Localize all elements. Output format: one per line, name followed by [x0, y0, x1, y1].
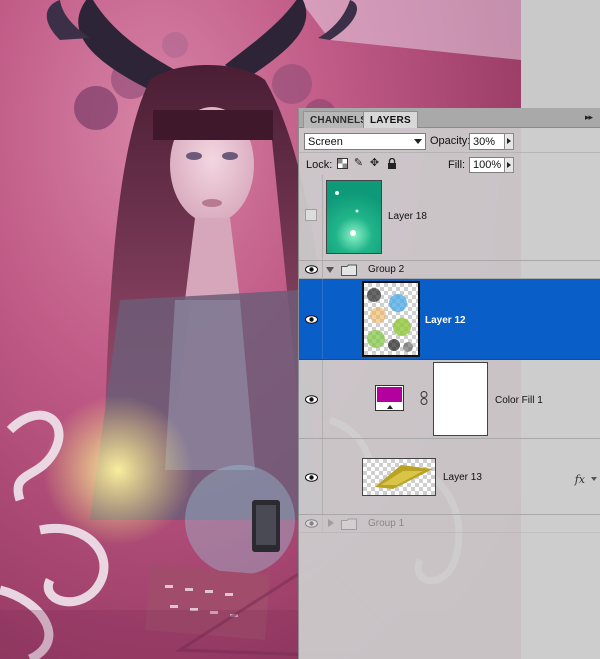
- fill-color-swatch-icon[interactable]: [375, 385, 404, 411]
- colorful-blur-thumbnail: [362, 281, 420, 357]
- folder-icon: [341, 518, 357, 530]
- blend-mode-value: Screen: [308, 136, 343, 148]
- triangle-icon: [387, 405, 393, 409]
- lock-image-icon[interactable]: ✎: [353, 158, 364, 169]
- divider: [322, 515, 323, 532]
- layer-name: Group 1: [368, 518, 405, 529]
- layer-row-color-fill-1[interactable]: Color Fill 1: [299, 360, 600, 439]
- divider: [322, 279, 323, 359]
- layer-row-group-2[interactable]: Group 2: [299, 261, 600, 279]
- layer-row-layer-13[interactable]: Layer 13 fx: [299, 439, 600, 515]
- lock-position-icon[interactable]: ✥: [369, 158, 380, 169]
- divider: [322, 261, 323, 278]
- fill-color-swatch: [377, 387, 402, 402]
- expand-triangle-icon[interactable]: [326, 267, 334, 273]
- green-glow-thumbnail: [326, 180, 382, 254]
- opacity-label: Opacity:: [430, 135, 471, 147]
- chain-link-icon[interactable]: [420, 391, 428, 405]
- divider: [322, 439, 323, 514]
- layer-name: Layer 13: [443, 472, 482, 483]
- divider: [322, 175, 323, 260]
- panel-tab-bar: CHANNELS LAYERS ▸▸: [299, 108, 600, 128]
- collapse-triangle-icon[interactable]: [328, 519, 334, 527]
- lock-toolbar: Lock: ✎ ✥ Fill: 100%: [299, 152, 600, 174]
- lock-transparency-icon[interactable]: [337, 158, 348, 169]
- blend-mode-dropdown[interactable]: Screen: [304, 133, 426, 150]
- panel-menu-icon[interactable]: ▸▸: [585, 112, 593, 123]
- eye-icon[interactable]: [305, 314, 318, 325]
- lock-all-icon[interactable]: [386, 157, 397, 169]
- fx-icon[interactable]: fx: [575, 473, 585, 486]
- folder-icon: [341, 264, 357, 276]
- layer-mask-thumbnail[interactable]: [433, 362, 488, 436]
- opacity-slider-button[interactable]: [504, 133, 514, 150]
- fill-field[interactable]: 100%: [469, 157, 505, 173]
- layers-panel: CHANNELS LAYERS ▸▸ Screen Opacity: 30% L…: [298, 108, 600, 659]
- chevron-down-icon: [414, 139, 422, 144]
- eye-icon[interactable]: [305, 264, 318, 275]
- divider: [322, 360, 323, 438]
- fx-expand-arrow-icon[interactable]: [591, 477, 597, 481]
- layer-row-layer-12[interactable]: Layer 12: [299, 279, 600, 360]
- tab-layers[interactable]: LAYERS: [363, 111, 418, 128]
- blend-toolbar: Screen Opacity: 30%: [299, 130, 600, 152]
- eye-icon[interactable]: [305, 394, 318, 405]
- fill-slider-button[interactable]: [504, 157, 514, 173]
- visibility-toggle-off[interactable]: [305, 209, 317, 221]
- layer-name: Layer 12: [425, 315, 466, 326]
- yellow-shape-thumbnail: [362, 458, 436, 496]
- layer-row-layer-18[interactable]: Layer 18: [299, 175, 600, 261]
- fill-label: Fill:: [448, 159, 466, 171]
- eye-icon[interactable]: [305, 472, 318, 483]
- layer-name: Layer 18: [388, 211, 427, 222]
- layer-name: Group 2: [368, 264, 405, 275]
- layer-row-group-1[interactable]: Group 1: [299, 515, 600, 533]
- lock-label: Lock:: [306, 159, 333, 171]
- layer-name: Color Fill 1: [495, 395, 543, 406]
- opacity-field[interactable]: 30%: [469, 133, 505, 150]
- eye-icon[interactable]: [305, 518, 318, 529]
